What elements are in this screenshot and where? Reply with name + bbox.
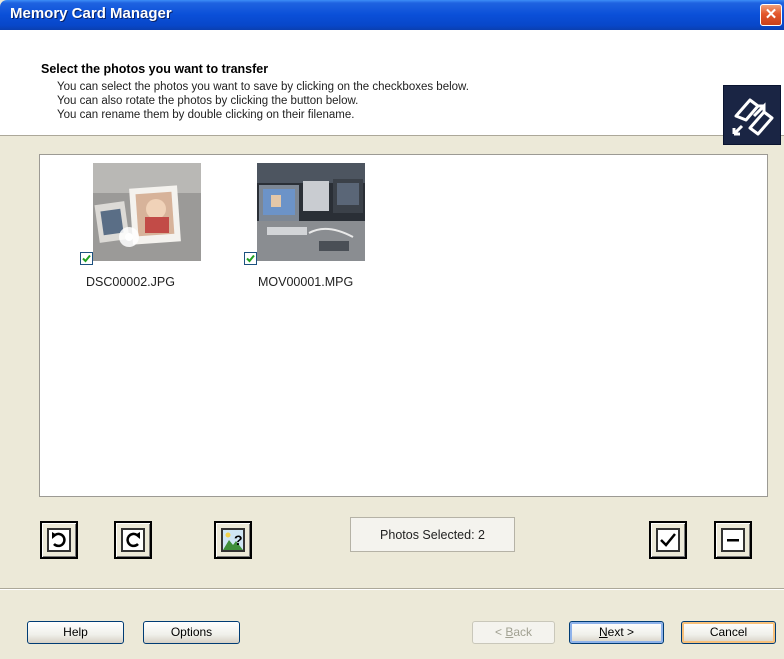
rotate-right-button[interactable] xyxy=(114,521,152,559)
photo-item[interactable]: MOV00001.MPG xyxy=(244,163,367,293)
back-prefix: < xyxy=(494,625,506,639)
window-title: Memory Card Manager xyxy=(10,5,172,22)
back-button[interactable]: < Back xyxy=(472,621,555,644)
rotate-right-icon xyxy=(126,532,140,548)
cancel-button[interactable]: Cancel xyxy=(681,621,776,644)
photo-list-panel[interactable]: DSC00002.JPG MOV00001.MPG xyxy=(39,154,768,497)
header-instruction-2: You can also rotate the photos by clicki… xyxy=(57,95,359,107)
next-accesskey: N xyxy=(598,625,608,639)
photo-thumbnail[interactable] xyxy=(93,163,201,261)
select-all-button[interactable] xyxy=(649,521,687,559)
photo-filename[interactable]: DSC00002.JPG xyxy=(86,275,175,289)
deselect-all-button[interactable] xyxy=(714,521,752,559)
dialog-header: Select the photos you want to transfer Y… xyxy=(0,30,784,145)
photo-item[interactable]: DSC00002.JPG xyxy=(80,163,203,293)
rotate-left-button[interactable] xyxy=(40,521,78,559)
close-icon: ✕ xyxy=(764,6,778,23)
photos-selected-status: Photos Selected: 2 xyxy=(350,517,515,552)
title-bar: Memory Card Manager ✕ xyxy=(0,0,784,30)
header-instruction-3: You can rename them by double clicking o… xyxy=(57,109,355,121)
next-rest: ext > xyxy=(607,625,635,639)
photo-help-icon: ? xyxy=(223,532,243,550)
header-instruction-1: You can select the photos you want to sa… xyxy=(57,81,469,93)
options-button[interactable]: Options xyxy=(143,621,240,644)
header-heading: Select the photos you want to transfer xyxy=(41,62,269,76)
next-button[interactable]: Next > xyxy=(569,621,664,644)
check-all-icon xyxy=(660,533,676,547)
photo-checkbox[interactable] xyxy=(244,252,257,265)
footer-divider xyxy=(0,588,784,590)
memory-card-logo-icon xyxy=(723,85,781,145)
help-button[interactable]: Help xyxy=(27,621,124,644)
rotate-left-icon xyxy=(52,532,66,548)
svg-text:?: ? xyxy=(234,532,243,548)
photo-checkbox[interactable] xyxy=(80,252,93,265)
photo-filename[interactable]: MOV00001.MPG xyxy=(258,275,353,289)
close-button[interactable]: ✕ xyxy=(760,4,782,26)
back-rest: ack xyxy=(513,625,533,639)
photo-info-button[interactable]: ? xyxy=(214,521,252,559)
uncheck-all-icon xyxy=(727,539,739,542)
photo-thumbnail[interactable] xyxy=(257,163,365,261)
